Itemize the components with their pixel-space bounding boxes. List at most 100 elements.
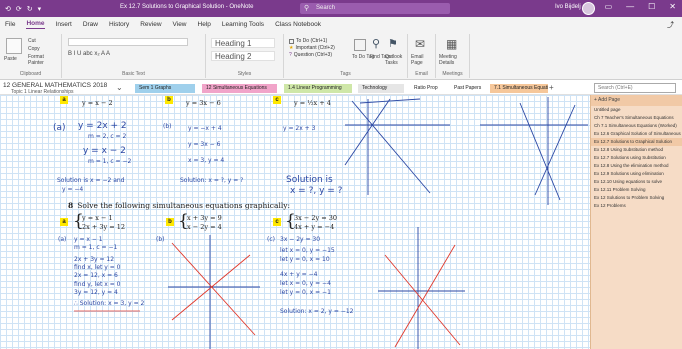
- page-list: + Add Page Untitled page Ch 7 Teacher's S…: [590, 95, 682, 349]
- tag-question[interactable]: ? Question (Ctrl+3): [289, 52, 332, 58]
- redo-icon[interactable]: ⟳: [16, 5, 22, 13]
- paste-icon[interactable]: [6, 38, 22, 54]
- clipboard-group: Paste Cut Copy Format Painter Clipboard: [0, 34, 62, 78]
- page-list-item[interactable]: Ex 12 Solutions to Problem Solving: [591, 194, 682, 202]
- notebook-search-input[interactable]: Search (Ctrl+E): [594, 83, 676, 93]
- font-format-buttons[interactable]: B I U abc x₂ A A: [68, 51, 110, 57]
- share-icon[interactable]: ⤴: [667, 20, 674, 30]
- styles-group: Heading 1 Heading 2 Styles: [206, 34, 284, 78]
- email-icon[interactable]: ✉: [415, 37, 425, 51]
- basic-text-group: B I U abc x₂ A A Basic Text: [62, 34, 206, 78]
- q8b-graph: [168, 235, 260, 349]
- styles-group-label: Styles: [237, 71, 252, 77]
- tags-group: To Do (Ctrl+1) ★ Important (Ctrl+2) ? Ques…: [284, 34, 408, 78]
- page-list-item[interactable]: Ch 7 Teacher's Simultaneous Equations: [591, 114, 682, 122]
- page-list-item[interactable]: Ch 7.1 Simultaneous Equations (Worked): [591, 122, 682, 130]
- font-selector[interactable]: [68, 38, 188, 46]
- page-list-item[interactable]: Ex 12.8 Using the elimination method: [591, 162, 682, 170]
- copy-button[interactable]: Copy: [28, 46, 40, 52]
- email-page-button[interactable]: Email Page: [411, 54, 435, 66]
- page-list-item[interactable]: Ex 12.7 Solutions using Substitution: [591, 154, 682, 162]
- tab-draw[interactable]: Draw: [83, 21, 98, 28]
- tab-home[interactable]: Home: [26, 20, 45, 29]
- section-tab[interactable]: Sem 1 Graphs: [135, 84, 195, 93]
- calendar-icon[interactable]: ▦: [446, 37, 457, 51]
- customize-chevron-icon[interactable]: ▾: [38, 5, 42, 13]
- notebook-bar: 12 GENERAL MATHEMATICS 2018 Topic 1 Line…: [0, 81, 682, 95]
- page-list-item[interactable]: Ex 12.9 Solutions using elimination: [591, 170, 682, 178]
- page-list-item[interactable]: Ex 12.11 Problem Solving: [591, 186, 682, 194]
- q7c-graph-line-1: [351, 100, 431, 194]
- page-list-item[interactable]: Ex 12 Problems: [591, 202, 682, 210]
- email-group: ✉ Email Page Email: [408, 34, 436, 78]
- tag-todo[interactable]: To Do (Ctrl+1): [289, 38, 327, 44]
- section-tab[interactable]: 1.4 Linear Programming: [284, 84, 352, 93]
- tab-insert[interactable]: Insert: [56, 21, 72, 28]
- window-controls: ▭ — ☐ ✕: [605, 2, 676, 11]
- tag-todo-label: To Do (Ctrl+1): [296, 38, 328, 44]
- page-list-item[interactable]: Ex 12.10 Using equations to solve: [591, 178, 682, 186]
- cut-button[interactable]: Cut: [28, 38, 36, 44]
- meeting-details-button[interactable]: Meeting Details: [439, 54, 469, 66]
- q8b-graph-line-2: [171, 254, 251, 321]
- section-tab[interactable]: Past Papers: [450, 84, 484, 93]
- tab-learning-tools[interactable]: Learning Tools: [222, 21, 264, 28]
- tab-help[interactable]: Help: [198, 21, 211, 28]
- ribbon-display-icon[interactable]: ▭: [605, 2, 613, 11]
- search-input[interactable]: ⚲ Search: [300, 3, 450, 14]
- outlook-tasks-button[interactable]: Outlook Tasks: [385, 54, 407, 66]
- q7-right-graph-line-2: [534, 104, 576, 196]
- tab-history[interactable]: History: [109, 21, 129, 28]
- search-icon: ⚲: [304, 5, 310, 12]
- page-list-item[interactable]: Ex 12.7 Solutions to Graphical Solution: [591, 138, 682, 146]
- sync-icon[interactable]: ↻: [27, 5, 33, 13]
- add-page-button[interactable]: + Add Page: [591, 95, 682, 106]
- style-heading1[interactable]: Heading 1: [211, 38, 275, 48]
- tag-important-label: Important (Ctrl+2): [295, 45, 335, 51]
- ribbon-tabs: File Home Insert Draw History Review Vie…: [0, 17, 682, 32]
- page-list-item[interactable]: Untitled page: [591, 106, 682, 114]
- outlook-tasks-icon[interactable]: ⚑: [388, 37, 398, 50]
- page-list-item[interactable]: Ex 12.8 Using Substitution method: [591, 146, 682, 154]
- todo-tag-icon[interactable]: [354, 39, 366, 51]
- section-tab[interactable]: Ratio Prop: [410, 84, 444, 93]
- style-heading2[interactable]: Heading 2: [211, 51, 275, 61]
- star-icon: ★: [289, 45, 294, 51]
- paste-button[interactable]: Paste: [4, 56, 17, 62]
- add-section-icon[interactable]: +: [549, 83, 554, 92]
- section-tab[interactable]: Technology: [358, 84, 404, 93]
- tab-file[interactable]: File: [5, 21, 15, 28]
- tag-important[interactable]: ★ Important (Ctrl+2): [289, 45, 335, 51]
- tab-view[interactable]: View: [173, 21, 187, 28]
- q8b-graph-line-1: [171, 242, 256, 336]
- find-tags-icon[interactable]: ⚲: [372, 37, 380, 50]
- back-icon[interactable]: ⟲: [5, 5, 11, 13]
- page-list-item[interactable]: Ex 12.6 Graphical Solution of Simultaneo…: [591, 130, 682, 138]
- page-items: Untitled page Ch 7 Teacher's Simultaneous…: [591, 106, 682, 210]
- format-painter-button[interactable]: Format Painter: [28, 54, 61, 66]
- tab-class-notebook[interactable]: Class Notebook: [275, 21, 321, 28]
- q7c-graph: [344, 98, 450, 195]
- avatar[interactable]: [582, 2, 595, 15]
- title-bar: ⟲ ⟳ ↻ ▾ Ex 12.7 Solutions to Graphical S…: [0, 0, 682, 17]
- tag-question-label: Question (Ctrl+3): [293, 52, 332, 58]
- tags-group-label: Tags: [340, 71, 351, 77]
- window-title: Ex 12.7 Solutions to Graphical Solution …: [120, 4, 254, 10]
- section-tab[interactable]: 7.1 Simultaneous Equations: [490, 84, 548, 93]
- ribbon: Paste Cut Copy Format Painter Clipboard …: [0, 32, 682, 80]
- notebook-name[interactable]: 12 GENERAL MATHEMATICS 2018: [3, 82, 107, 89]
- section-tab[interactable]: 12 Simultaneous Equations: [202, 84, 277, 93]
- q8c-graph-line-2: [394, 244, 456, 348]
- close-icon[interactable]: ✕: [669, 2, 676, 11]
- checkbox-icon: [289, 38, 294, 44]
- meetings-group-label: Meetings: [442, 71, 463, 77]
- tab-review[interactable]: Review: [140, 21, 161, 28]
- page-canvas[interactable]: a y = x − 2 b y = 3x − 6 c y = ½x + 4 (a…: [0, 95, 590, 349]
- minimize-icon[interactable]: —: [626, 2, 634, 11]
- user-name[interactable]: Ivo Bijdelj: [555, 4, 581, 10]
- maximize-icon[interactable]: ☐: [648, 2, 655, 11]
- q7c-graph-line-2: [344, 98, 391, 166]
- chevron-down-icon[interactable]: ⌄: [116, 83, 123, 92]
- quick-access-toolbar: ⟲ ⟳ ↻ ▾: [5, 5, 41, 13]
- question-icon: ?: [289, 52, 292, 58]
